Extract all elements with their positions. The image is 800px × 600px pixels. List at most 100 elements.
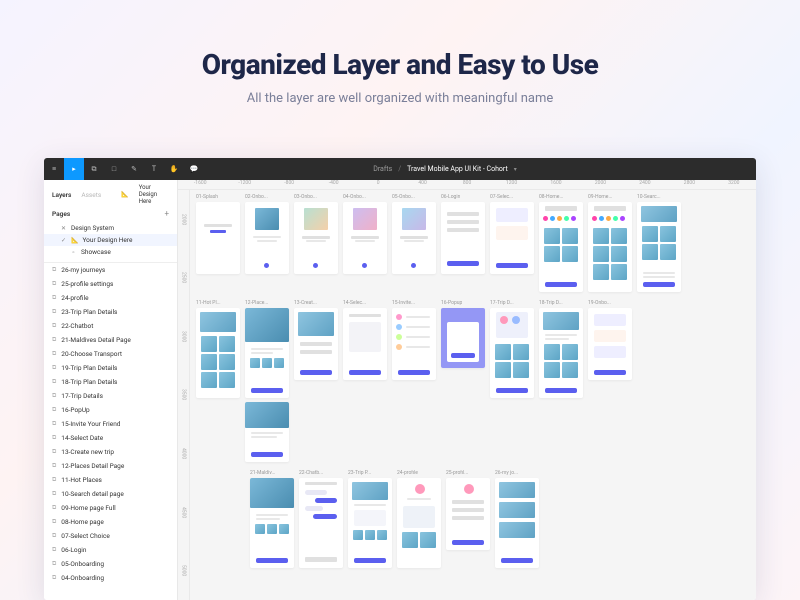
frame-icon: ⧉: [52, 504, 56, 512]
layer-item[interactable]: ⧉26-my journeys: [44, 263, 177, 277]
page-showcase[interactable]: ▫Showcase: [44, 246, 177, 258]
layer-item[interactable]: ⧉05-Onboarding: [44, 557, 177, 571]
hand-tool-icon[interactable]: ✋: [164, 158, 184, 180]
layer-item[interactable]: ⧉23-Trip Plan Details: [44, 305, 177, 319]
layer-item[interactable]: ⧉25-profile settings: [44, 277, 177, 291]
layer-item[interactable]: ⧉09-Home page Full: [44, 501, 177, 515]
artboard[interactable]: 19-Onbo...: [588, 300, 632, 462]
artboard[interactable]: 04-Onbo...: [343, 194, 387, 292]
layer-item[interactable]: ⧉07-Select Choice: [44, 529, 177, 543]
artboard[interactable]: 12-Place...: [245, 300, 289, 462]
artboard[interactable]: 10-Searc...: [637, 194, 681, 292]
layer-item[interactable]: ⧉21-Maldives Detail Page: [44, 333, 177, 347]
artboard[interactable]: 21-Maldiv...: [250, 470, 294, 568]
artboard[interactable]: 17-Trip D...: [490, 300, 534, 462]
pen-tool-icon[interactable]: ✎: [124, 158, 144, 180]
artboard-label: 15-Invite...: [392, 300, 415, 306]
artboard[interactable]: 14-Selec...: [343, 300, 387, 462]
layer-item[interactable]: ⧉15-Invite Your Friend: [44, 417, 177, 431]
text-tool-icon[interactable]: T: [144, 158, 164, 180]
artboard-label: 07-Selec...: [490, 194, 513, 200]
frame-tool-icon[interactable]: ⧉: [84, 158, 104, 180]
comment-tool-icon[interactable]: 💬: [184, 158, 204, 180]
artboard[interactable]: 26-my jo...: [495, 470, 539, 568]
chevron-down-icon[interactable]: ▾: [514, 166, 517, 173]
move-tool-icon[interactable]: ▸: [64, 158, 84, 180]
frame-icon: ⧉: [52, 574, 56, 582]
frame-icon: ⧉: [52, 392, 56, 400]
artboard[interactable]: 22-Chatb...: [299, 470, 343, 568]
artboard[interactable]: 06-Login: [441, 194, 485, 292]
artboard[interactable]: 15-Invite...: [392, 300, 436, 462]
frame-icon: ⧉: [52, 518, 56, 526]
artboard-label: 17-Trip D...: [490, 300, 514, 306]
layer-item[interactable]: ⧉14-Select Date: [44, 431, 177, 445]
layer-item[interactable]: ⧉19-Trip Plan Details: [44, 361, 177, 375]
check-icon: ✓: [60, 237, 67, 244]
artboard-label: 24-profile: [397, 470, 418, 476]
artboard[interactable]: 03-Onbo...: [294, 194, 338, 292]
artboard[interactable]: 05-Onbo...: [392, 194, 436, 292]
layer-item[interactable]: ⧉20-Choose Transport: [44, 347, 177, 361]
artboard-label: 25-profil...: [446, 470, 468, 476]
artboard[interactable]: 11-Hot Pl...: [196, 300, 240, 462]
file-title[interactable]: Travel Mobile App UI Kit - Cohort: [407, 165, 508, 173]
artboard[interactable]: 02-Onbo...: [245, 194, 289, 292]
artboard-label: 09-Home...: [588, 194, 612, 200]
artboard-label: 23-Trip P...: [348, 470, 371, 476]
frame-icon: ⧉: [52, 378, 56, 386]
artboard-label: 12-Place...: [245, 300, 268, 306]
layer-item[interactable]: ⧉10-Search detail page: [44, 487, 177, 501]
artboard[interactable]: 09-Home...: [588, 194, 632, 292]
artboard-label: 02-Onbo...: [245, 194, 268, 200]
page-design-system[interactable]: ✕Design System: [44, 222, 177, 234]
artboard[interactable]: 24-profile: [397, 470, 441, 568]
artboard[interactable]: 25-profil...: [446, 470, 490, 568]
hero-title: Organized Layer and Easy to Use: [20, 48, 780, 81]
artboard-label: 14-Selec...: [343, 300, 366, 306]
menu-icon[interactable]: ≡: [44, 158, 64, 180]
frame-icon: ⧉: [52, 266, 56, 274]
frame-icon: ⧉: [52, 420, 56, 428]
frame-icon: ⧉: [52, 462, 56, 470]
frame-icon: ⧉: [52, 560, 56, 568]
frame-icon: ⧉: [52, 490, 56, 498]
toolbar-left: ≡ ▸ ⧉ □ ✎ T ✋ 💬: [44, 158, 204, 180]
artboard[interactable]: 16-Popup: [441, 300, 485, 462]
layer-item[interactable]: ⧉04-Onboarding: [44, 571, 177, 585]
artboard[interactable]: 23-Trip P...: [348, 470, 392, 568]
layer-item[interactable]: ⧉24-profile: [44, 291, 177, 305]
drafts-label[interactable]: Drafts: [373, 165, 392, 173]
layer-item[interactable]: ⧉13-Create new trip: [44, 445, 177, 459]
layer-item[interactable]: ⧉22-Chatbot: [44, 319, 177, 333]
layer-item[interactable]: ⧉06-Login: [44, 543, 177, 557]
artboard[interactable]: 01-Splash: [196, 194, 240, 292]
artboard-label: 03-Onbo...: [294, 194, 317, 200]
layer-item[interactable]: ⧉18-Trip Plan Details: [44, 375, 177, 389]
tab-layers[interactable]: Layers: [52, 191, 71, 199]
pages-tree: ✕Design System ✓📐Your Design Here ▫Showc…: [44, 220, 177, 263]
your-design-label: Your Design Here: [139, 184, 169, 205]
layer-item[interactable]: ⧉12-Places Detail Page: [44, 459, 177, 473]
page-your-design-here[interactable]: ✓📐Your Design Here: [44, 234, 177, 246]
artboard[interactable]: 08-Home...: [539, 194, 583, 292]
layer-item[interactable]: ⧉17-Trip Details: [44, 389, 177, 403]
shape-tool-icon[interactable]: □: [104, 158, 124, 180]
artboard-label: 19-Onbo...: [588, 300, 611, 306]
tab-assets[interactable]: Assets: [81, 191, 101, 199]
layer-item[interactable]: ⧉11-Hot Places: [44, 473, 177, 487]
ruler-vertical: 2000250030003500400045005000: [178, 190, 190, 600]
frame-icon: ⧉: [52, 280, 56, 288]
artboard[interactable]: 13-Creat...: [294, 300, 338, 462]
layer-item[interactable]: ⧉08-Home page: [44, 515, 177, 529]
artboard[interactable]: 18-Trip D...: [539, 300, 583, 462]
sidebar: Layers Assets 📐 Your Design Here Pages +…: [44, 180, 178, 600]
canvas[interactable]: -1600-1200-800-4000400800120016002000240…: [178, 180, 756, 600]
artboard[interactable]: 07-Selec...: [490, 194, 534, 292]
add-page-icon[interactable]: +: [164, 209, 169, 218]
pages-label: Pages: [52, 210, 70, 218]
artboard-label: 10-Searc...: [637, 194, 661, 200]
frame-icon: ⧉: [52, 546, 56, 554]
hero-subtitle: All the layer are well organized with me…: [20, 91, 780, 106]
layer-item[interactable]: ⧉16-PopUp: [44, 403, 177, 417]
